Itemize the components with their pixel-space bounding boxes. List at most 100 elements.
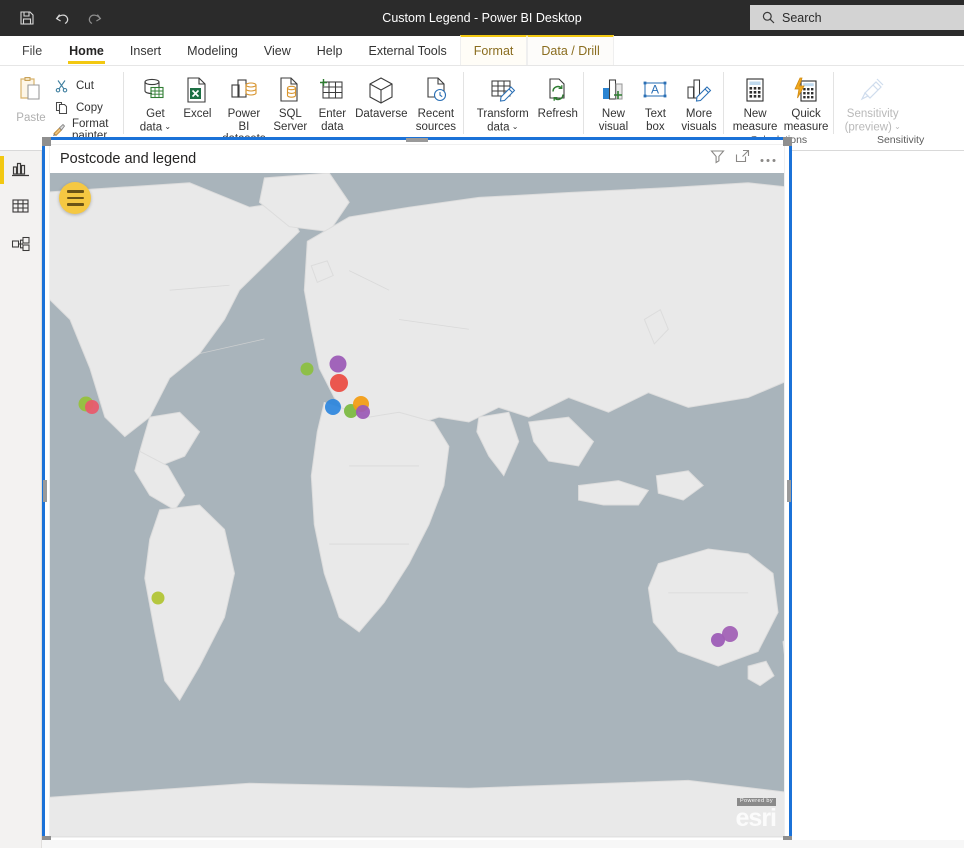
map-point[interactable] (722, 626, 738, 642)
search-icon (762, 11, 775, 24)
sql-server-button[interactable]: SQL Server (269, 70, 311, 133)
search-placeholder: Search (782, 10, 822, 25)
copy-button[interactable]: Copy (52, 98, 122, 117)
chevron-down-icon: ⌄ (891, 121, 901, 131)
visual-title: Postcode and legend (60, 151, 197, 167)
more-visuals-icon (684, 73, 714, 107)
get-data-icon (140, 73, 170, 107)
view-navigation-bar (0, 151, 42, 848)
tab-view[interactable]: View (251, 36, 304, 65)
tab-external-tools[interactable]: External Tools (355, 36, 459, 65)
model-relationships-icon (11, 235, 31, 258)
dataverse-label: Dataverse (355, 108, 408, 120)
canvas-horizontal-scrollbar[interactable] (42, 840, 964, 848)
new-visual-button[interactable]: New visual (592, 70, 634, 133)
map-point[interactable] (85, 400, 99, 414)
ribbon-tab-bar: File Home Insert Modeling View Help Exte… (0, 35, 964, 66)
tab-modeling[interactable]: Modeling (174, 36, 251, 65)
focus-mode-icon[interactable] (735, 149, 750, 169)
resize-handle-right[interactable] (787, 480, 791, 502)
cut-button[interactable]: Cut (52, 76, 122, 95)
excel-button[interactable]: Excel (176, 70, 218, 121)
new-visual-label-1: New (601, 108, 625, 120)
sensitivity-group-label: Sensitivity (876, 134, 925, 146)
tab-insert[interactable]: Insert (117, 36, 174, 65)
map-point[interactable] (151, 591, 165, 605)
get-data-button[interactable]: Get data ⌄ (134, 70, 176, 133)
filter-funnel-icon[interactable] (710, 149, 725, 169)
sql-server-label-2: Server (273, 120, 308, 133)
redo-icon[interactable] (80, 5, 110, 31)
tab-home[interactable]: Home (56, 36, 117, 65)
enter-data-icon (317, 73, 347, 107)
text-box-label-2: box (646, 120, 665, 133)
save-icon[interactable] (12, 5, 42, 31)
table-grid-icon (11, 197, 30, 220)
nav-report-view[interactable] (0, 151, 41, 189)
quick-measure-label-1: Quick (791, 108, 821, 120)
search-box[interactable]: Search (750, 5, 964, 30)
map-point[interactable] (329, 355, 347, 373)
visual-header: Postcode and legend (50, 145, 784, 173)
refresh-button[interactable]: Refresh (533, 70, 582, 121)
resize-handle-top-left[interactable] (42, 137, 51, 146)
nav-model-view[interactable] (0, 227, 41, 265)
get-data-label-2: data (139, 120, 163, 133)
map-point[interactable] (300, 362, 314, 376)
quick-measure-label-2: measure (783, 120, 829, 133)
legend-toggle-button[interactable] (59, 182, 91, 214)
map-point[interactable] (356, 405, 370, 419)
paintbrush-icon (52, 123, 66, 137)
chevron-down-icon: ⌄ (162, 121, 172, 131)
map-point[interactable] (330, 374, 348, 392)
quick-measure-button[interactable]: Quick measure (781, 70, 832, 133)
new-visual-icon (598, 73, 628, 107)
new-measure-label-2: measure (732, 120, 778, 133)
map-visual-container[interactable]: Postcode and legend Powered by esri (42, 137, 792, 845)
excel-icon (184, 73, 210, 107)
transform-data-label-2: data (487, 120, 510, 133)
refresh-icon (544, 73, 572, 107)
report-canvas[interactable]: Postcode and legend Powered by esri (42, 137, 964, 848)
tab-file[interactable]: File (8, 36, 56, 65)
paste-button[interactable]: Paste (10, 70, 52, 124)
hamburger-icon-line-2 (66, 196, 84, 200)
more-options-icon[interactable] (760, 150, 776, 168)
map-basemap (50, 173, 784, 837)
enter-data-button[interactable]: Enter data (311, 70, 353, 133)
recent-sources-icon (422, 73, 450, 107)
tab-format[interactable]: Format (459, 35, 528, 65)
sql-server-label-1: SQL (278, 108, 302, 120)
esri-map[interactable]: Powered by esri (50, 173, 784, 837)
tab-help[interactable]: Help (304, 36, 356, 65)
copy-icon (52, 101, 70, 115)
dataverse-icon (367, 73, 395, 107)
esri-attribution: Powered by esri (736, 790, 777, 831)
recent-sources-label-2: sources (415, 120, 456, 133)
more-visuals-button[interactable]: More visuals ⌄ (676, 70, 721, 147)
recent-sources-label-1: Recent (417, 108, 455, 120)
report-bar-chart-icon (11, 159, 30, 182)
visual-header-icons (710, 149, 776, 169)
svg-text:A: A (651, 83, 659, 97)
new-measure-button[interactable]: New measure (730, 70, 781, 133)
nav-data-view[interactable] (0, 189, 41, 227)
resize-handle-left[interactable] (43, 480, 47, 502)
hamburger-icon-line-3 (66, 203, 84, 206)
dataverse-button[interactable]: Dataverse (353, 70, 409, 121)
tab-data-drill[interactable]: Data / Drill (527, 35, 614, 65)
text-box-button[interactable]: A Text box (634, 70, 676, 133)
transform-data-button[interactable]: Transform data ⌄ (472, 70, 533, 133)
resize-handle-top[interactable] (406, 138, 428, 142)
recent-sources-button[interactable]: Recent sources ⌄ (409, 70, 462, 147)
resize-handle-top-right[interactable] (783, 137, 792, 146)
map-point[interactable] (325, 399, 341, 415)
powerbi-datasets-button[interactable]: Power BI datasets (218, 70, 269, 146)
excel-label: Excel (183, 108, 212, 120)
more-visuals-label-2: visuals (681, 120, 717, 133)
more-visuals-label-1: More (685, 108, 713, 120)
sensitivity-button[interactable]: Sensitivity (preview) ⌄ (840, 70, 906, 133)
sql-server-icon (276, 73, 304, 107)
undo-icon[interactable] (46, 5, 76, 31)
cut-label: Cut (76, 79, 94, 92)
